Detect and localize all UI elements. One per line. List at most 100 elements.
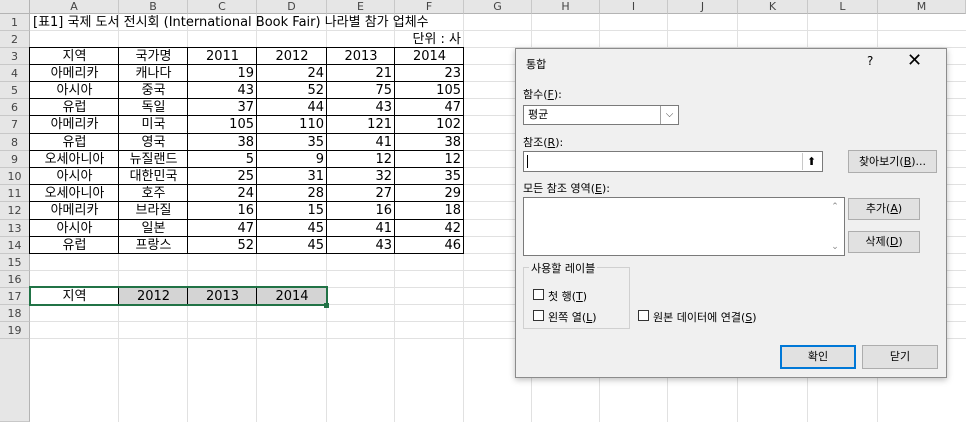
help-button[interactable]: ?	[867, 54, 873, 68]
column-header-G[interactable]: G	[464, 0, 532, 14]
table-cell[interactable]: 12	[327, 151, 395, 168]
row-header-6[interactable]: 6	[0, 99, 30, 116]
sheet-title[interactable]: [표1] 국제 도서 전시회 (International Book Fair)…	[30, 14, 590, 31]
column-header-J[interactable]: J	[668, 0, 738, 14]
left-column-checkbox[interactable]	[533, 310, 544, 321]
table-cell[interactable]: 75	[327, 82, 395, 99]
function-select[interactable]: 평균 ⌵	[523, 105, 679, 125]
table-cell[interactable]: 아메리카	[30, 202, 119, 220]
table-cell[interactable]: 43	[327, 237, 395, 254]
table-cell[interactable]: 일본	[119, 220, 188, 237]
scroll-up-icon[interactable]: ⌃	[827, 200, 843, 214]
chevron-down-icon[interactable]: ⌵	[660, 106, 678, 124]
table-cell[interactable]: 유럽	[30, 134, 119, 151]
unit-note[interactable]: 단위 : 사	[395, 31, 464, 48]
all-references-list[interactable]: ⌃ ⌄	[523, 197, 845, 256]
column-header-M[interactable]: M	[878, 0, 966, 14]
select-all-corner[interactable]	[0, 0, 30, 14]
table-cell[interactable]: 35	[395, 168, 464, 185]
table-cell[interactable]: 15	[257, 202, 327, 220]
table-cell[interactable]: 42	[395, 220, 464, 237]
ok-button[interactable]: 확인	[780, 345, 856, 369]
delete-button[interactable]: 삭제(D)	[848, 231, 920, 253]
table-cell[interactable]: 110	[257, 116, 327, 134]
table-cell[interactable]: 18	[395, 202, 464, 220]
table-cell[interactable]: 32	[327, 168, 395, 185]
table-cell[interactable]: 12	[395, 151, 464, 168]
table-header-cell[interactable]: 2014	[395, 48, 464, 65]
column-header-E[interactable]: E	[327, 0, 395, 14]
table-cell[interactable]: 아시아	[30, 220, 119, 237]
table-cell[interactable]: 유럽	[30, 237, 119, 254]
table-cell[interactable]: 35	[257, 134, 327, 151]
row-header-7[interactable]: 7	[0, 116, 30, 134]
table-cell[interactable]: 24	[188, 185, 257, 202]
table-cell[interactable]: 아시아	[30, 168, 119, 185]
fill-handle[interactable]	[324, 303, 329, 308]
row-header-9[interactable]: 9	[0, 151, 30, 168]
table-cell[interactable]: 38	[188, 134, 257, 151]
scroll-down-icon[interactable]: ⌄	[827, 240, 843, 254]
table-cell[interactable]: 21	[327, 65, 395, 82]
row-header-13[interactable]: 13	[0, 220, 30, 237]
column-header-H[interactable]: H	[532, 0, 600, 14]
table-cell[interactable]: 47	[188, 220, 257, 237]
table-cell[interactable]: 45	[257, 237, 327, 254]
table-header-cell[interactable]: 지역	[30, 48, 119, 65]
row-header-5[interactable]: 5	[0, 82, 30, 99]
table-cell[interactable]: 47	[395, 99, 464, 116]
table-cell[interactable]: 대한민국	[119, 168, 188, 185]
table-cell[interactable]: 미국	[119, 116, 188, 134]
table-cell[interactable]: 유럽	[30, 99, 119, 116]
table-cell[interactable]: 19	[188, 65, 257, 82]
row-header-11[interactable]: 11	[0, 185, 30, 202]
table-header-cell[interactable]: 2011	[188, 48, 257, 65]
row-header-4[interactable]: 4	[0, 65, 30, 82]
table-header-cell[interactable]: 2012	[257, 48, 327, 65]
table-cell[interactable]: 뉴질랜드	[119, 151, 188, 168]
column-header-A[interactable]: A	[30, 0, 119, 14]
table-header-cell[interactable]: 국가명	[119, 48, 188, 65]
table-cell[interactable]: 중국	[119, 82, 188, 99]
table-cell[interactable]: 105	[395, 82, 464, 99]
column-header-B[interactable]: B	[119, 0, 188, 14]
column-header-D[interactable]: D	[257, 0, 327, 14]
table-cell[interactable]: 오세아니아	[30, 151, 119, 168]
table-cell[interactable]: 41	[327, 220, 395, 237]
table-header-cell[interactable]: 2013	[327, 48, 395, 65]
table-cell[interactable]: 37	[188, 99, 257, 116]
table-cell[interactable]: 27	[327, 185, 395, 202]
table-cell[interactable]: 프랑스	[119, 237, 188, 254]
row-header-2[interactable]: 2	[0, 31, 30, 48]
row-header-12[interactable]: 12	[0, 202, 30, 220]
table-cell[interactable]: 44	[257, 99, 327, 116]
table-cell[interactable]: 46	[395, 237, 464, 254]
table-cell[interactable]: 45	[257, 220, 327, 237]
row-header-16[interactable]: 16	[0, 271, 30, 288]
table-cell[interactable]: 52	[188, 237, 257, 254]
table-cell[interactable]: 43	[327, 99, 395, 116]
table-cell[interactable]: 5	[188, 151, 257, 168]
row-header-17[interactable]: 17	[0, 288, 30, 305]
table-cell[interactable]: 23	[395, 65, 464, 82]
row-header-8[interactable]: 8	[0, 134, 30, 151]
table-cell[interactable]: 16	[188, 202, 257, 220]
close-icon[interactable]: ✕	[907, 50, 922, 72]
table-cell[interactable]: 영국	[119, 134, 188, 151]
table-cell[interactable]: 호주	[119, 185, 188, 202]
column-header-F[interactable]: F	[395, 0, 464, 14]
close-button[interactable]: 닫기	[862, 345, 938, 369]
table-cell[interactable]: 아메리카	[30, 65, 119, 82]
table-cell[interactable]: 24	[257, 65, 327, 82]
row-header-1[interactable]: 1	[0, 14, 30, 31]
table-cell[interactable]: 121	[327, 116, 395, 134]
row-header-3[interactable]: 3	[0, 48, 30, 65]
row-header-10[interactable]: 10	[0, 168, 30, 185]
browse-button[interactable]: 찾아보기(B)...	[848, 150, 937, 173]
table-cell[interactable]: 오세아니아	[30, 185, 119, 202]
table-cell[interactable]: 독일	[119, 99, 188, 116]
collapse-dialog-icon[interactable]: ⬆	[802, 153, 820, 170]
table-cell[interactable]: 9	[257, 151, 327, 168]
table-cell[interactable]: 캐나다	[119, 65, 188, 82]
table-cell[interactable]: 29	[395, 185, 464, 202]
